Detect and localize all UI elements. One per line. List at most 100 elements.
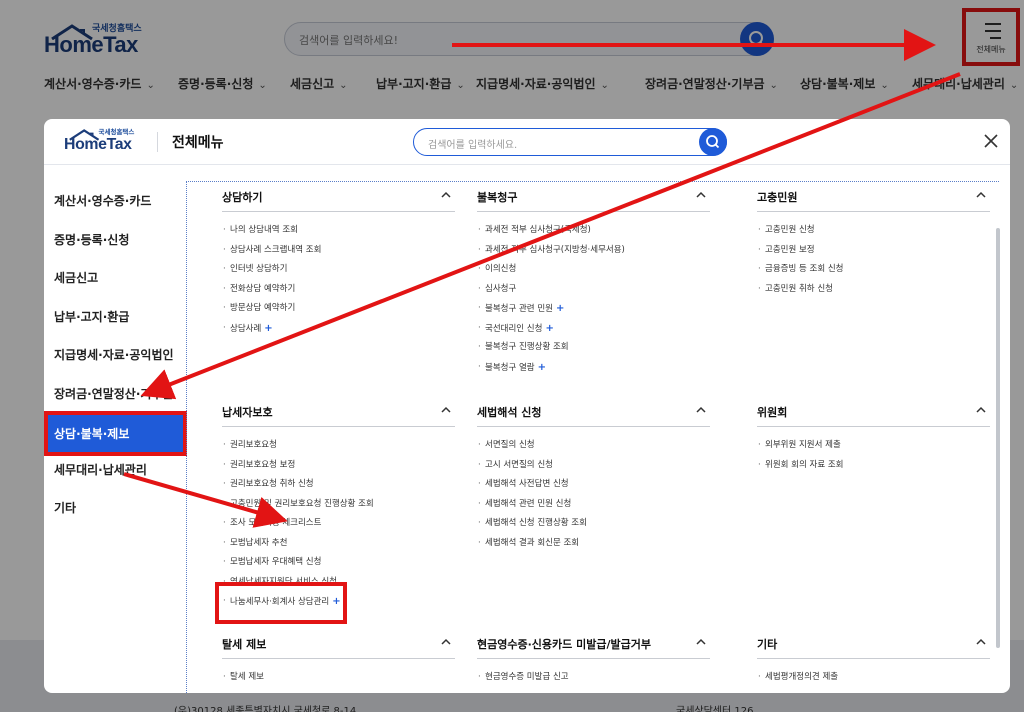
menu-link[interactable]: 세법평개정의견 제출 [757,668,990,688]
nav-item[interactable]: 계산서·영수증·카드 [44,181,186,219]
menu-section: 기타세법평개정의견 제출 [757,629,990,688]
chevron-up-icon[interactable] [441,637,451,647]
menu-link[interactable]: 상담사례 스크랩내역 조회 [222,241,455,261]
house-logo-icon [69,129,100,141]
menu-link[interactable]: 고충민원 보정 [757,241,990,261]
chevron-up-icon[interactable] [976,637,986,647]
menu-link[interactable]: 나의 상담내역 조회 [222,221,455,241]
menu-link-label: 권리보호요청 [230,440,277,450]
section-header[interactable]: 탈세 제보 [222,629,455,659]
nav-item-label: 계산서·영수증·카드 [54,193,152,208]
plus-icon[interactable]: + [556,303,564,314]
menu-link-label: 외부위원 지원서 제출 [765,440,841,450]
close-icon[interactable] [982,132,1000,150]
plus-icon[interactable]: + [545,323,553,334]
chevron-up-icon[interactable] [976,190,986,200]
menu-section: 탈세 제보탈세 제보 [222,629,455,688]
menu-link-label: 전화상담 예약하기 [230,283,296,294]
menu-link[interactable]: 금융증빙 등 조회 신청 [757,260,990,280]
menu-link-label: 고충민원 신청 [765,225,815,235]
modal-header: 국세청홈택스 HomeTax 전체메뉴 검색어를 입력하세요. [44,119,1010,165]
section-header[interactable]: 현금영수증·신용카드 미발급/발급거부 [477,629,710,659]
menu-link[interactable]: 전화상담 예약하기 [222,280,455,300]
menu-link[interactable]: 외부위원 지원서 제출 [757,436,990,456]
menu-link[interactable]: 과세전 적부 심사청구(국세청) [477,221,710,241]
nav-item[interactable]: 장려금·연말정산·기부금 [44,374,186,412]
menu-link[interactable]: 서면질의 신청 [477,436,710,456]
menu-link-label: 상담사례 스크랩내역 조회 [230,244,322,255]
menu-link[interactable]: 모범납세자 추천 [222,534,455,554]
nav-item[interactable]: 세금신고 [44,258,186,296]
menu-link-label: 현금영수증 미발급 신고 [485,672,569,682]
menu-link[interactable]: 권리보호요청 보정 [222,456,455,476]
menu-link-label: 고충민원 보정 [765,244,815,255]
section-header[interactable]: 불복청구 [477,182,710,212]
menu-link-label: 나의 상담내역 조회 [230,225,298,235]
menu-link[interactable]: 불복청구 열람+ [477,358,710,378]
nav-item[interactable]: 지급명세·자료·공익법인 [44,335,186,373]
section-item-list: 나의 상담내역 조회상담사례 스크랩내역 조회인터넷 상담하기전화상담 예약하기… [222,221,455,338]
scrollbar-thumb[interactable] [996,228,1000,648]
section-header[interactable]: 납세자보호 [222,397,455,427]
section-header[interactable]: 기타 [757,629,990,659]
modal-title: 전체메뉴 [172,135,224,151]
section-header[interactable]: 상담하기 [222,182,455,212]
menu-link[interactable]: 국선대리인 신청+ [477,319,710,339]
nav-item[interactable]: 납부·고지·환급 [44,297,186,335]
menu-link-label: 세법평개정의견 제출 [765,672,839,682]
section-header[interactable]: 세법해석 신청 [477,397,710,427]
menu-link[interactable]: 권리보호요청 취하 신청 [222,475,455,495]
menu-link[interactable]: 권리보호요청 [222,436,455,456]
menu-link[interactable]: 고충민원 및 권리보호요청 진행상황 조회 [222,495,455,515]
menu-link[interactable]: 이의신청 [477,260,710,280]
chevron-up-icon[interactable] [976,405,986,415]
menu-link[interactable]: 세법해석 사전답변 신청 [477,475,710,495]
menu-link[interactable]: 조사 모니터링 체크리스트 [222,514,455,534]
chevron-up-icon[interactable] [441,405,451,415]
chevron-up-icon[interactable] [696,405,706,415]
menu-search-placeholder: 검색어를 입력하세요. [428,140,518,151]
menu-link[interactable]: 인터넷 상담하기 [222,260,455,280]
section-header[interactable]: 고충민원 [757,182,990,212]
menu-link[interactable]: 불복청구 진행상황 조회 [477,338,710,358]
modal-body: 계산서·영수증·카드 증명·등록·신청 세금신고 납부·고지·환급 지급명세·자… [44,166,1010,693]
menu-link[interactable]: 고충민원 취하 신청 [757,280,990,300]
menu-link[interactable]: 고충민원 신청 [757,221,990,241]
nav-item[interactable]: 증명·등록·신청 [44,220,186,258]
chevron-up-icon[interactable] [696,637,706,647]
section-header[interactable]: 위원회 [757,397,990,427]
menu-search-button[interactable] [699,128,727,156]
nav-item[interactable]: 기타 [44,488,186,526]
menu-link[interactable]: 현금영수증 미발급 신고 [477,668,710,688]
left-category-nav: 계산서·영수증·카드 증명·등록·신청 세금신고 납부·고지·환급 지급명세·자… [44,166,187,693]
menu-link[interactable]: 세법해석 신청 진행상황 조회 [477,514,710,534]
plus-icon[interactable]: + [264,323,272,334]
menu-link[interactable]: 고시 서면질의 신청 [477,456,710,476]
menu-link[interactable]: 세법해석 관련 민원 신청 [477,495,710,515]
menu-link[interactable]: 과세전 적부 심사청구(지방청·세무서용) [477,241,710,261]
menu-link[interactable]: 탈세 제보 [222,668,455,688]
nav-item-label: 세무대리·납세관리 [54,462,147,477]
menu-link-label: 방문상담 예약하기 [230,303,296,313]
nav-item[interactable]: 세무대리·납세관리 [44,450,186,488]
menu-link[interactable]: 위원회 회의 자료 조회 [757,456,990,476]
menu-link[interactable]: 모범납세자 우대혜택 신청 [222,553,455,573]
section-item-list: 세법평개정의견 제출 [757,668,990,688]
nav-item-label: 지급명세·자료·공익법인 [54,347,174,362]
menu-link-label: 고충민원 취하 신청 [765,283,833,294]
menu-search-bar[interactable]: 검색어를 입력하세요. [413,128,727,156]
menu-link-label: 고충민원 및 권리보호요청 진행상황 조회 [230,498,374,509]
plus-icon[interactable]: + [538,362,546,373]
section-item-list: 과세전 적부 심사청구(국세청) 과세전 적부 심사청구(지방청·세무서용) 이의신… [477,221,710,377]
chevron-up-icon[interactable] [696,190,706,200]
modal-hometax-logo[interactable]: 국세청홈택스 HomeTax [64,129,143,155]
menu-link[interactable]: 심사청구 [477,280,710,300]
chevron-up-icon[interactable] [441,190,451,200]
section-title: 불복청구 [477,191,518,204]
nav-item-label: 납부·고지·환급 [54,309,130,324]
menu-link[interactable]: 방문상담 예약하기 [222,299,455,319]
menu-link[interactable]: 세법해석 결과 회신문 조회 [477,534,710,554]
menu-link[interactable]: 불복청구 관련 민원+ [477,299,710,319]
menu-link[interactable]: 상담사례+ [222,319,455,339]
menu-link-label: 상담사례 [230,323,262,334]
